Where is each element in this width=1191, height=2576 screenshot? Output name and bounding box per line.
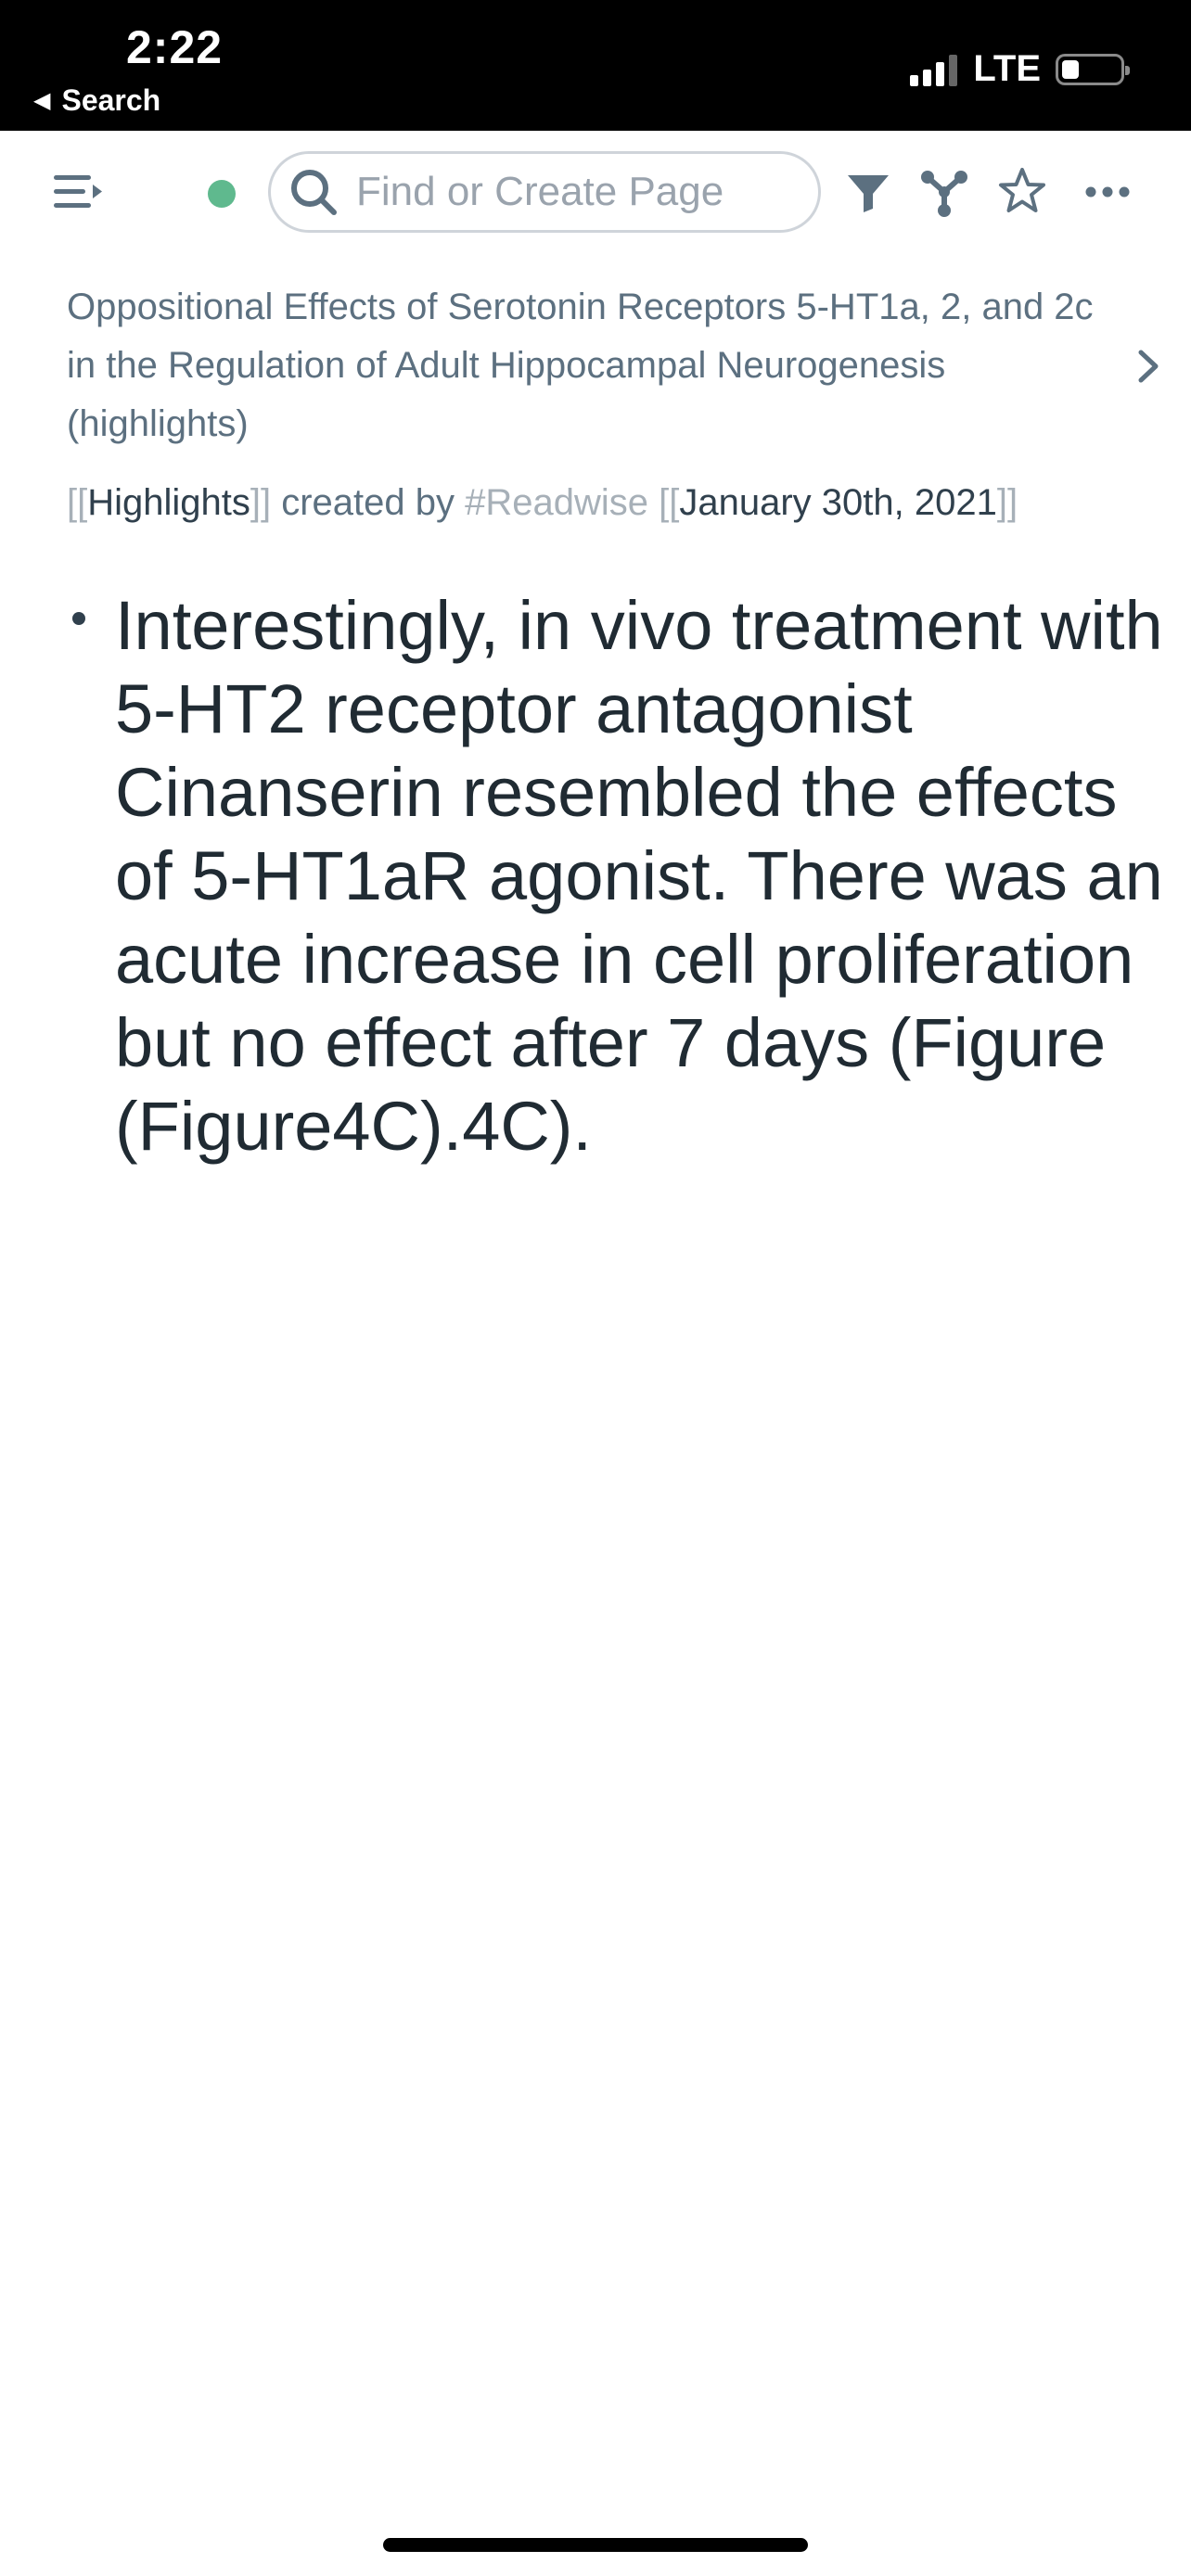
cellular-signal-icon [910,53,962,86]
highlights-page-link[interactable]: Highlights [87,482,250,523]
created-by-text: created by [271,482,466,523]
chevron-right-icon[interactable] [1130,343,1167,389]
parent-page-breadcrumb[interactable]: Oppositional Effects of Serotonin Recept… [67,278,1096,453]
menu-icon[interactable] [52,172,104,212]
battery-level [1062,59,1079,79]
filter-icon[interactable] [840,164,896,220]
block-bullet[interactable] [72,612,85,625]
readwise-tag[interactable]: #Readwise [465,482,648,523]
block-text[interactable]: Interestingly, in vivo treatment with 5-… [115,584,1191,1168]
home-indicator[interactable] [383,2538,808,2552]
top-toolbar [0,131,1191,256]
link-bracket: ]] [250,482,272,523]
battery-nub [1125,65,1130,75]
star-icon[interactable] [994,164,1050,220]
signal-bar [936,61,945,86]
back-to-search-link[interactable]: ◀ Search [33,83,160,118]
signal-bar [910,74,919,86]
link-bracket: [[ [67,482,88,523]
sync-status-indicator [208,180,236,208]
signal-bar [949,54,958,86]
back-label: Search [61,83,161,117]
network-type: LTE [973,48,1041,89]
battery-icon [1056,53,1130,85]
page-meta-line: [[Highlights]] created by #Readwise [[Ja… [67,475,1180,530]
link-bracket: ]] [996,482,1018,523]
more-icon[interactable] [1082,164,1137,220]
search-input[interactable] [354,168,803,216]
status-bar: 2:22 ◀ Search LTE [0,0,1191,131]
back-arrow-icon: ◀ [33,88,51,113]
date-page-link[interactable]: January 30th, 2021 [679,482,996,523]
search-icon [291,170,337,215]
graph-icon[interactable] [916,164,972,220]
link-bracket: [[ [648,482,680,523]
status-time: 2:22 [126,21,224,73]
search-bar[interactable] [268,151,821,233]
signal-bar [923,69,932,86]
status-indicators: LTE [910,48,1130,90]
